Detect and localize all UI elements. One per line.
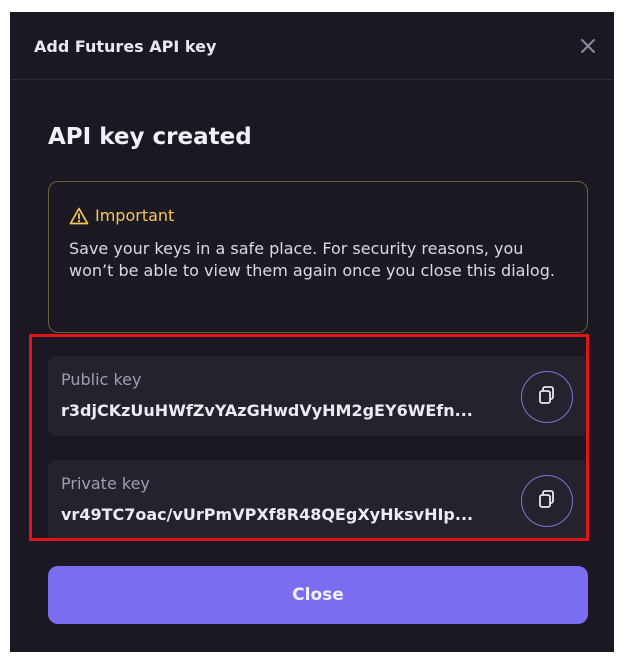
notice-body: Save your keys in a safe place. For secu…	[69, 239, 555, 280]
warning-icon	[69, 206, 89, 226]
dialog-title: Add Futures API key	[34, 37, 217, 56]
important-notice: Important Save your keys in a safe place…	[48, 181, 588, 333]
highlight-annotation	[29, 334, 589, 541]
api-key-dialog: Add Futures API key API key created Impo…	[10, 12, 614, 652]
dialog-heading: API key created	[48, 124, 252, 150]
close-button[interactable]: Close	[48, 566, 588, 624]
dialog-header: Add Futures API key	[10, 12, 614, 80]
close-icon[interactable]	[578, 36, 598, 56]
notice-title-row: Important	[69, 205, 174, 227]
notice-title: Important	[95, 206, 175, 225]
